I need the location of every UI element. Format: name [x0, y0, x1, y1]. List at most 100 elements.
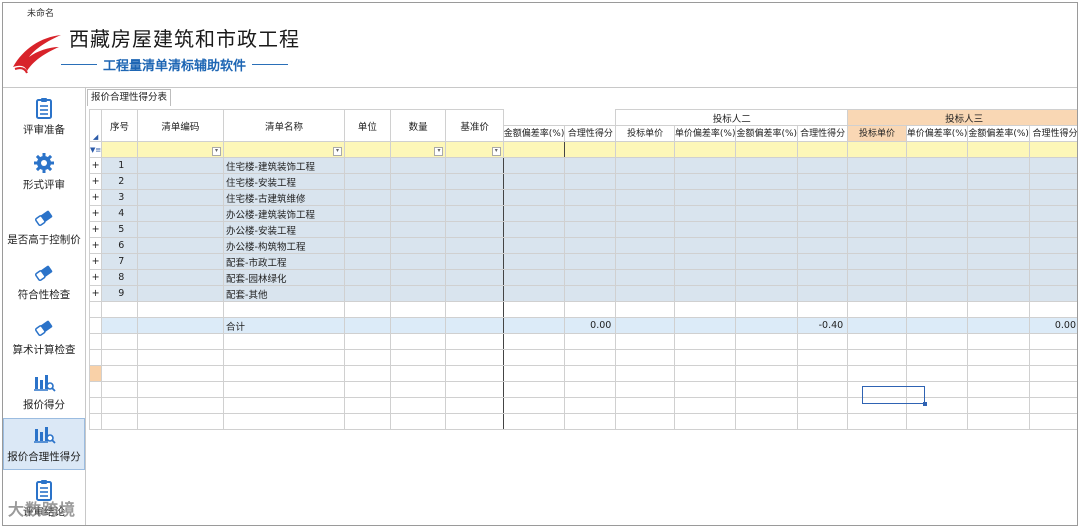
cell-unit	[344, 205, 391, 222]
cell-seq: 9	[101, 285, 138, 302]
col-header-b3-unit-price[interactable]: 投标单价	[847, 125, 907, 142]
filter-funnel-icon[interactable]: ▾	[434, 146, 444, 156]
filter-cell[interactable]	[967, 141, 1030, 158]
table-row[interactable]: +2 住宅楼-安装工程	[88, 173, 1077, 190]
col-header-code[interactable]: 清单编码	[136, 109, 225, 142]
filter-cell[interactable]	[673, 141, 737, 158]
filter-cell[interactable]	[797, 141, 849, 158]
cell-value	[967, 173, 1030, 190]
filter-cell[interactable]	[502, 141, 566, 158]
expand-toggle[interactable]: +	[88, 269, 103, 286]
corner-cell[interactable]: ◢	[88, 109, 103, 142]
filter-cell[interactable]: ▾	[136, 141, 225, 158]
cell-value	[797, 221, 849, 238]
cell-name: 办公楼-安装工程	[223, 221, 346, 238]
cell-value	[967, 269, 1030, 286]
expand-toggle[interactable]: +	[88, 237, 103, 254]
total-b3-score: 0.00	[1028, 317, 1077, 334]
filter-cell[interactable]	[905, 141, 969, 158]
col-header-b1-amount-dev[interactable]: 金额偏差率(%)	[502, 125, 566, 142]
col-header-b2-score[interactable]: 合理性得分	[797, 125, 849, 142]
tab-price-reasonableness-table[interactable]: 报价合理性得分表	[87, 89, 172, 106]
selected-cell[interactable]	[862, 386, 927, 406]
cell-value	[735, 189, 799, 206]
expand-toggle[interactable]: +	[88, 189, 103, 206]
col-header-unit[interactable]: 单位	[344, 109, 391, 142]
cell-name: 住宅楼-古建筑维修	[223, 189, 346, 206]
bar-chart-search-icon	[34, 375, 56, 392]
cell-value	[735, 173, 799, 190]
table-row[interactable]	[88, 381, 1077, 398]
table-row[interactable]	[88, 301, 1077, 318]
total-row[interactable]: 合计 0.00 -0.40 0.00	[88, 317, 1077, 334]
col-header-base-price[interactable]: 基准价	[445, 109, 504, 142]
expand-toggle[interactable]: +	[88, 205, 103, 222]
table-row[interactable]	[88, 413, 1077, 430]
cell-value	[1028, 237, 1077, 254]
table-row[interactable]	[88, 365, 1077, 382]
expand-toggle[interactable]: +	[88, 157, 103, 174]
cell-value	[797, 205, 849, 222]
filter-cell[interactable]	[101, 141, 138, 158]
col-header-b1-score[interactable]: 合理性得分	[564, 125, 617, 142]
sidebar-item-review-prep[interactable]: 评审准备	[3, 92, 85, 144]
cell-value	[615, 189, 675, 206]
table-row[interactable]	[88, 397, 1077, 414]
filter-cell[interactable]	[1028, 141, 1077, 158]
cell-qty	[389, 237, 447, 254]
cell-base	[445, 173, 504, 190]
cell-value	[847, 205, 907, 222]
filter-cell[interactable]: ▾	[445, 141, 504, 158]
col-header-b3-unit-dev[interactable]: 单价偏差率(%)	[905, 125, 969, 142]
cell-value	[967, 189, 1030, 206]
filter-cell[interactable]	[847, 141, 907, 158]
col-header-qty[interactable]: 数量	[389, 109, 447, 142]
sidebar-item-compliance-check[interactable]: 符合性检查	[3, 257, 85, 309]
col-header-name[interactable]: 清单名称	[223, 109, 346, 142]
group-header-bidder2[interactable]: 投标人二	[615, 109, 849, 126]
filter-cell[interactable]: ▾	[389, 141, 447, 158]
col-header-seq[interactable]: 序号	[101, 109, 138, 142]
filter-cell[interactable]	[735, 141, 799, 158]
col-header-b3-score[interactable]: 合理性得分	[1028, 125, 1077, 142]
table-row[interactable]: +4 办公楼-建筑装饰工程	[88, 205, 1077, 222]
filter-cell[interactable]	[564, 141, 617, 158]
total-b1-score: 0.00	[564, 317, 617, 334]
table-row[interactable]: +5 办公楼-安装工程	[88, 221, 1077, 238]
filter-funnel-icon[interactable]: ▾	[333, 146, 343, 156]
expand-toggle[interactable]: +	[88, 221, 103, 238]
filter-cell[interactable]	[615, 141, 675, 158]
col-header-b2-amount-dev[interactable]: 金额偏差率(%)	[735, 125, 799, 142]
filter-funnel-icon[interactable]: ▾	[212, 146, 222, 156]
cell-base	[445, 269, 504, 286]
sidebar-item-above-control-price[interactable]: 是否高于控制价	[3, 202, 85, 254]
filter-cell[interactable]	[344, 141, 391, 158]
sidebar-item-form-review[interactable]: 形式评审	[3, 147, 85, 199]
col-header-b3-amount-dev[interactable]: 金额偏差率(%)	[967, 125, 1030, 142]
cell-unit	[344, 285, 391, 302]
clipboard-icon	[36, 98, 52, 119]
expand-toggle[interactable]: +	[88, 285, 103, 302]
filter-funnel-icon[interactable]: ▾	[491, 146, 501, 156]
table-row[interactable]: +3 住宅楼-古建筑维修	[88, 189, 1077, 206]
cell-value	[905, 173, 969, 190]
expand-toggle[interactable]: +	[88, 253, 103, 270]
cell-value	[1028, 205, 1077, 222]
filter-cell[interactable]: ▾	[223, 141, 346, 158]
group-header-bidder3[interactable]: 投标人三	[847, 109, 1077, 126]
sidebar-item-price-score[interactable]: 报价得分	[3, 367, 85, 419]
expand-toggle[interactable]: +	[88, 173, 103, 190]
table-row[interactable]	[88, 349, 1077, 366]
sidebar-item-arithmetic-check[interactable]: 算术计算检查	[3, 312, 85, 364]
col-header-b2-unit-price[interactable]: 投标单价	[615, 125, 675, 142]
table-row[interactable]	[88, 333, 1077, 350]
col-header-b2-unit-dev[interactable]: 单价偏差率(%)	[673, 125, 737, 142]
sidebar-item-price-reasonableness-score[interactable]: 报价合理性得分	[3, 418, 85, 470]
table-row[interactable]: +7 配套-市政工程	[88, 253, 1077, 270]
table-row[interactable]: +6 办公楼-构筑物工程	[88, 237, 1077, 254]
cell-value	[564, 157, 617, 174]
filter-row: ▼≡ ▾ ▾ ▾ ▾	[88, 141, 1077, 158]
table-row[interactable]: +9 配套-其他	[88, 285, 1077, 302]
table-row[interactable]: +1 住宅楼-建筑装饰工程	[88, 157, 1077, 174]
table-row[interactable]: +8 配套-园林绿化	[88, 269, 1077, 286]
